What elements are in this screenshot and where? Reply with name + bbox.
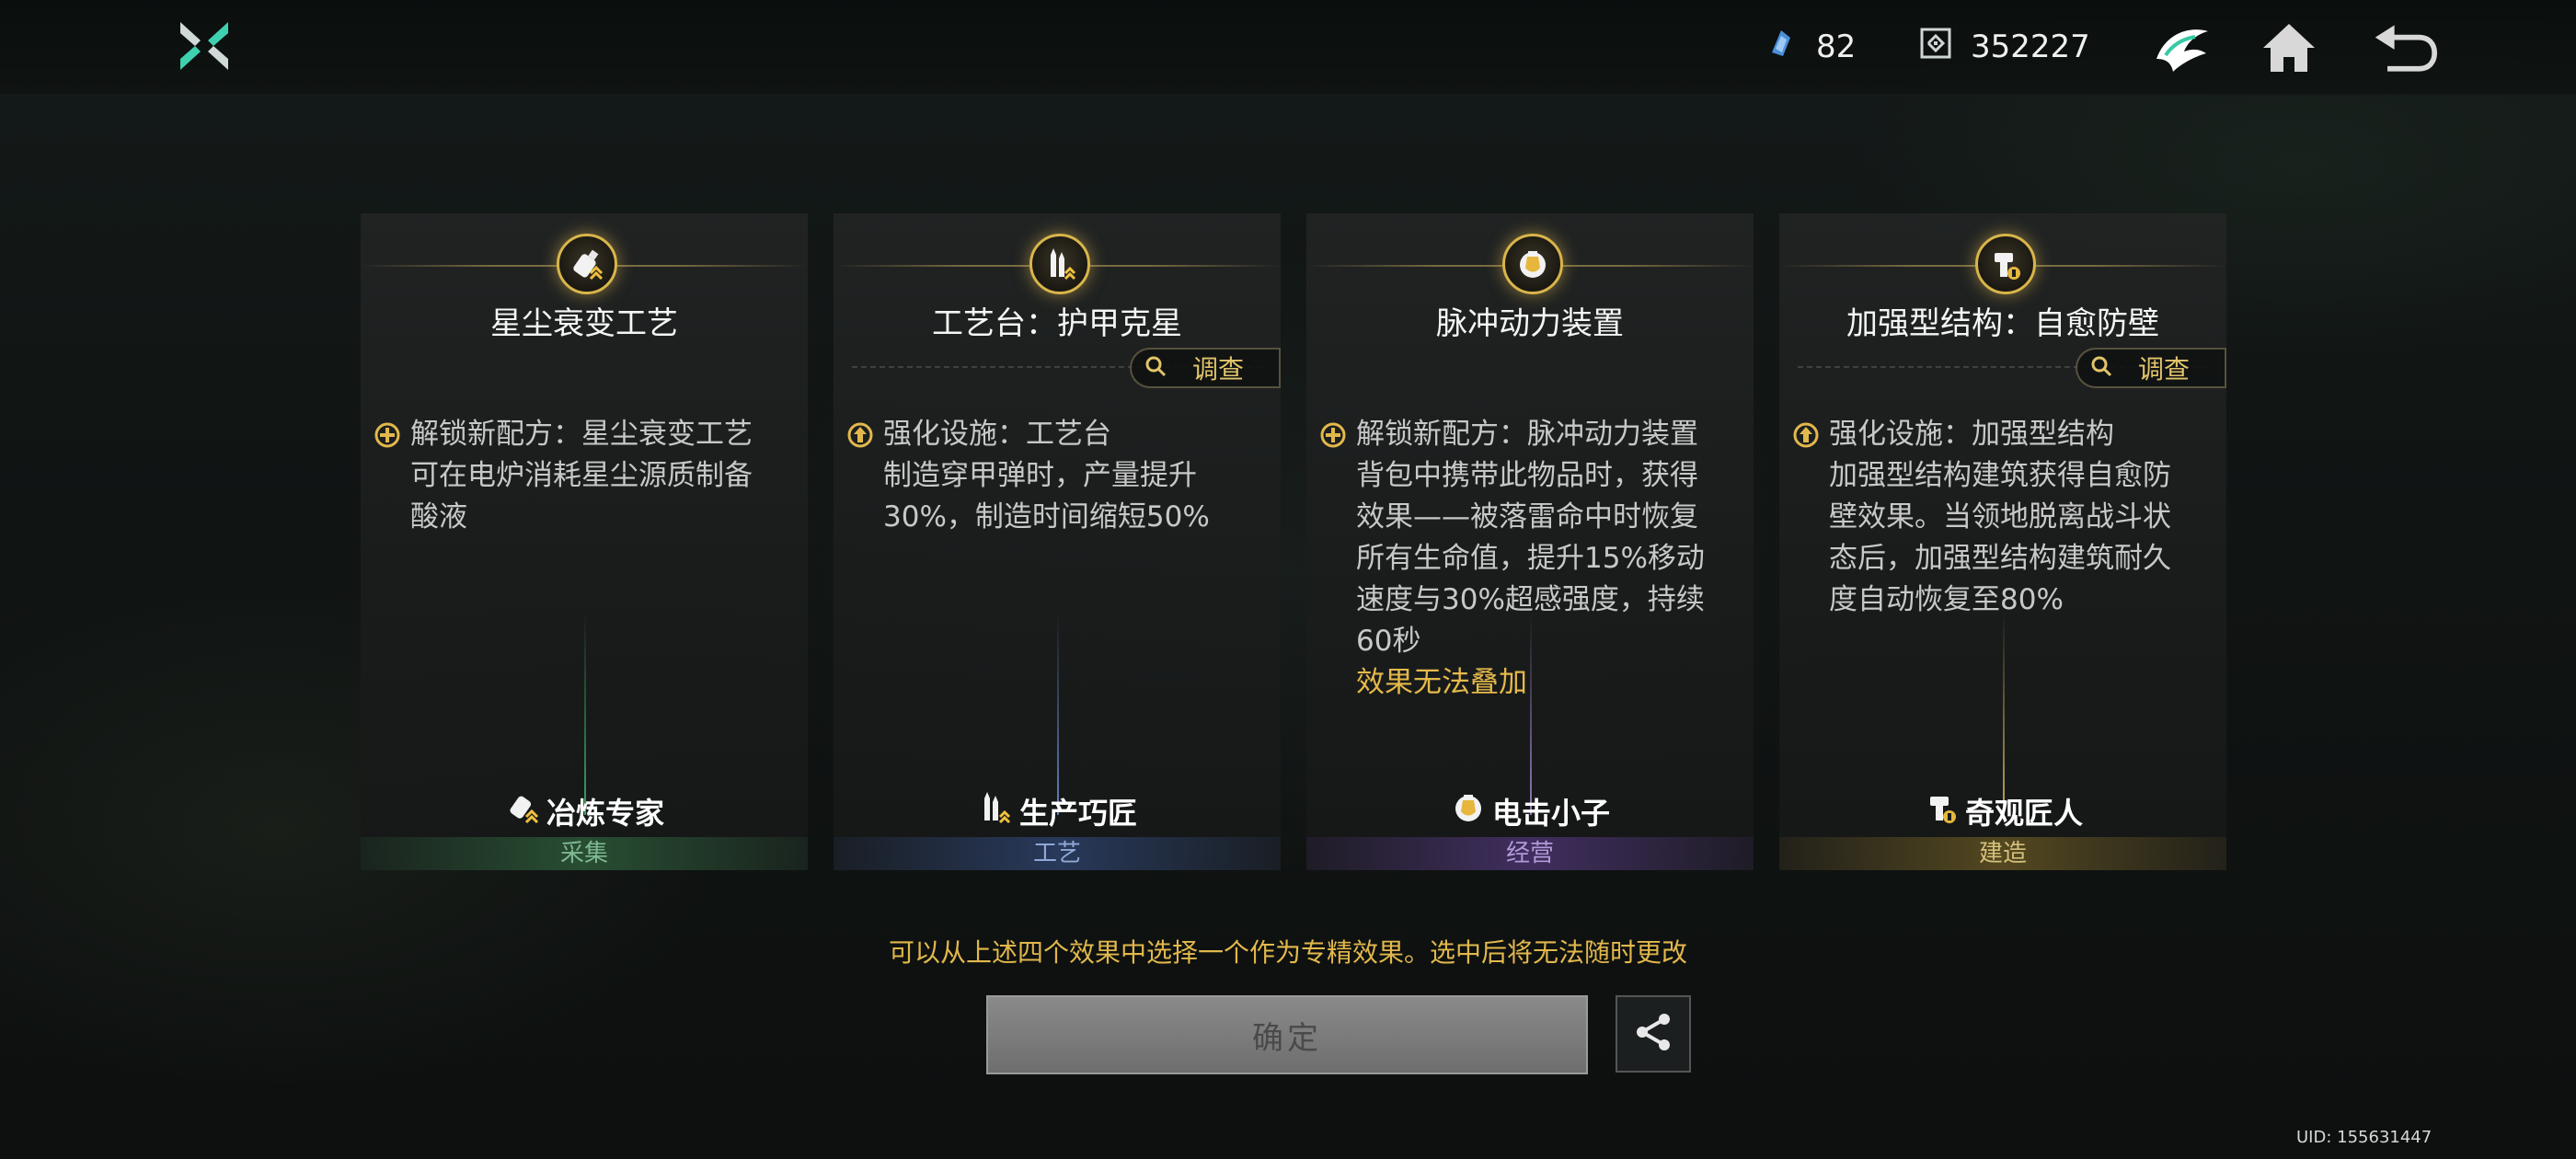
card-title: 星尘衰变工艺 <box>490 305 678 342</box>
upgrade-arrow-icon <box>846 421 874 449</box>
shield-coin-icon <box>1502 234 1563 294</box>
hammer-icon <box>1975 234 2036 294</box>
bottle-icon <box>557 234 617 294</box>
crystal-shard-icon <box>1763 25 1800 70</box>
ammo-icon <box>1029 234 1090 294</box>
card-light-beam <box>1530 613 1532 815</box>
card-description-text: 解锁新配方：星尘衰变工艺 可在电炉消耗星尘源质制备 酸液 <box>410 418 753 534</box>
card-category: 工艺 <box>834 837 1281 870</box>
investigate-button-label: 调查 <box>1192 354 1245 384</box>
perk-card-1[interactable]: 星尘衰变工艺 解锁新配方：星尘衰变工艺 可在电炉消耗星尘源质制备 酸液 冶炼专家… <box>361 213 808 870</box>
currency-chip[interactable]: 352227 <box>1917 22 2090 72</box>
game-logo-icon <box>175 17 234 75</box>
card-category: 经营 <box>1306 837 1754 870</box>
card-description: 解锁新配方：星尘衰变工艺 可在电炉消耗星尘源质制备 酸液 <box>374 414 797 538</box>
currency-chip-value: 352227 <box>1971 29 2090 65</box>
confirm-button[interactable]: 确定 <box>986 995 1588 1074</box>
ammo-icon <box>977 789 1014 833</box>
card-title: 加强型结构：自愈防壁 <box>1846 305 2159 342</box>
card-description: 强化设施：工艺台 制造穿甲弹时，产量提升 30%，制造时间缩短50% <box>846 414 1270 538</box>
investigate-button[interactable]: 调查 <box>2076 348 2226 388</box>
perk-card-3[interactable]: 脉冲动力装置 解锁新配方：脉冲动力装置 背包中携带此物品时，获得 效果——被落雷… <box>1306 213 1754 870</box>
card-badge-label: 冶炼专家 <box>546 796 664 831</box>
top-bar: 82 352227 <box>0 0 2576 96</box>
shield-coin-icon <box>1450 789 1487 833</box>
selection-hint: 可以从上述四个效果中选择一个作为专精效果。选中后将无法随时更改 <box>888 937 1687 968</box>
chip-token-icon <box>1917 25 1954 70</box>
card-title: 脉冲动力装置 <box>1436 305 1624 342</box>
unlock-plus-icon <box>1319 421 1347 449</box>
perk-card-4[interactable]: 加强型结构：自愈防壁 调查 强化设施：加强型结构 加强型结构建筑获得自愈防 壁效… <box>1779 213 2226 870</box>
card-light-beam <box>2003 613 2005 815</box>
card-badge: 奇观匠人 <box>1779 789 2226 833</box>
card-light-beam <box>1057 613 1059 815</box>
bottle-icon <box>504 789 541 833</box>
card-description: 强化设施：加强型结构 加强型结构建筑获得自愈防 壁效果。当领地脱离战斗状 态后，… <box>1792 414 2215 621</box>
share-icon <box>1631 1010 1675 1058</box>
card-badge: 电击小子 <box>1306 789 1754 833</box>
search-icon <box>2090 355 2112 381</box>
card-badge: 冶炼专家 <box>361 789 808 833</box>
card-description-text: 强化设施：工艺台 制造穿甲弹时，产量提升 30%，制造时间缩短50% <box>883 418 1210 534</box>
card-badge: 生产巧匠 <box>834 789 1281 833</box>
back-arrow-icon[interactable] <box>2372 15 2438 81</box>
investigate-button-label: 调查 <box>2138 354 2191 384</box>
share-button[interactable] <box>1616 995 1691 1073</box>
card-badge-label: 奇观匠人 <box>1964 796 2083 831</box>
currency-crystal[interactable]: 82 <box>1763 22 1856 72</box>
card-badge-label: 电击小子 <box>1491 796 1610 831</box>
upgrade-arrow-icon <box>1792 421 1820 449</box>
card-description-text: 强化设施：加强型结构 加强型结构建筑获得自愈防 壁效果。当领地脱离战斗状 态后，… <box>1829 418 2171 616</box>
hammer-icon <box>1923 789 1960 833</box>
faction-emblem-icon[interactable] <box>2149 15 2215 81</box>
currency-crystal-value: 82 <box>1816 29 1857 65</box>
card-category: 建造 <box>1779 837 2226 870</box>
home-icon[interactable] <box>2256 15 2322 81</box>
unlock-plus-icon <box>374 421 401 449</box>
card-category: 采集 <box>361 837 808 870</box>
card-light-beam <box>584 613 586 815</box>
perk-card-2[interactable]: 工艺台：护甲克星 调查 强化设施：工艺台 制造穿甲弹时，产量提升 30%，制造时… <box>834 213 1281 870</box>
user-id: UID: 155631447 <box>2296 1128 2432 1147</box>
search-icon <box>1144 355 1167 381</box>
card-badge-label: 生产巧匠 <box>1018 796 1137 831</box>
investigate-button[interactable]: 调查 <box>1130 348 1281 388</box>
card-title: 工艺台：护甲克星 <box>932 305 1182 342</box>
